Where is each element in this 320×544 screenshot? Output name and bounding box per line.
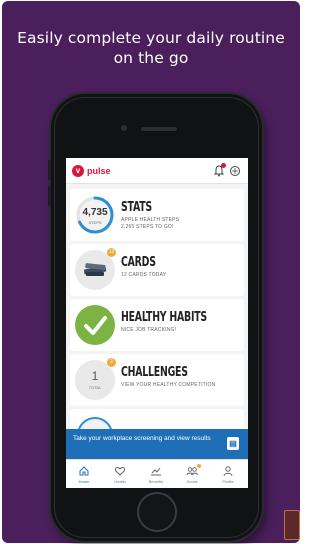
tab-home-label: Home xyxy=(78,479,90,484)
headline-line-2: on the go xyxy=(113,49,189,67)
volume-down-button xyxy=(48,186,51,206)
tab-benefits[interactable]: Benefits xyxy=(138,460,174,488)
stats-title: STATS xyxy=(121,200,152,215)
benefits-icon xyxy=(151,467,161,476)
tab-social-label: Social xyxy=(186,479,198,484)
pulse-logo-icon: v xyxy=(72,165,84,177)
tab-benefits-label: Benefits xyxy=(148,479,164,484)
tab-home[interactable]: Home xyxy=(66,460,102,488)
cards-card[interactable]: 12 CARDS 12 CARDS TODAY xyxy=(70,244,244,296)
home-button[interactable] xyxy=(137,492,177,532)
challenges-count-unit: TOTAL xyxy=(88,385,102,390)
healthy-habits-card[interactable]: HEALTHY HABITS NICE JOB TRACKING! xyxy=(70,299,244,351)
habits-title: HEALTHY HABITS xyxy=(121,310,207,325)
notification-dot xyxy=(221,163,226,168)
document-icon[interactable]: ▤ xyxy=(227,437,239,450)
challenges-card[interactable]: 1 TOTAL 2 CHALLENGES VIEW YOUR HEALTHY C… xyxy=(70,354,244,406)
profile-icon xyxy=(223,466,233,477)
cards-subtitle: 12 CARDS TODAY xyxy=(121,272,167,278)
app-logo-text: pulse xyxy=(87,166,111,176)
app-header: v pulse xyxy=(66,158,248,184)
front-camera xyxy=(121,125,127,131)
social-notification-dot xyxy=(197,464,201,468)
steps-unit: STEPS xyxy=(88,220,102,225)
tab-social[interactable]: Social xyxy=(174,460,210,488)
challenges-title: CHALLENGES xyxy=(121,365,188,380)
tab-profile[interactable]: Profile xyxy=(210,460,246,488)
cards-badge: 12 xyxy=(107,248,116,257)
checkmark-icon xyxy=(75,305,115,345)
home-icon xyxy=(79,466,89,476)
corner-thumbnail xyxy=(284,510,300,540)
bottom-tab-bar: Home Health Benefits Social Profile xyxy=(66,459,248,488)
challenges-subtitle: VIEW YOUR HEALTHY COMPETITION xyxy=(121,382,216,388)
stats-card[interactable]: 4,735 STEPS STATS APPLE HEALTH STEPS 2,2… xyxy=(70,189,244,241)
habits-subtitle: NICE JOB TRACKING! xyxy=(121,327,177,333)
stats-subtitle: APPLE HEALTH STEPS 2,265 STEPS TO GO! xyxy=(121,217,179,230)
challenges-count: 1 xyxy=(91,369,99,383)
challenges-badge: 2 xyxy=(107,358,116,367)
cards-title: CARDS xyxy=(121,255,156,270)
stats-subtitle-line-1: APPLE HEALTH STEPS xyxy=(121,217,180,223)
promo-headline: Easily complete your daily routine on th… xyxy=(2,28,300,68)
tab-health-label: Health xyxy=(114,479,126,484)
stats-subtitle-line-2: 2,265 STEPS TO GO! xyxy=(121,223,174,230)
tab-profile-label: Profile xyxy=(222,479,234,484)
rewards-icon[interactable] xyxy=(228,164,242,178)
tab-health[interactable]: Health xyxy=(102,460,138,488)
volume-up-button xyxy=(48,160,51,180)
screening-banner[interactable]: Take your workplace screening and view r… xyxy=(66,429,248,459)
banner-text: Take your workplace screening and view r… xyxy=(73,435,211,442)
app-screen: v pulse 4,735 STEPS STATS APPLE HEALTH S… xyxy=(66,158,248,488)
steps-count: 4,735 xyxy=(82,207,108,218)
headline-line-1: Easily complete your daily routine xyxy=(17,29,285,47)
earpiece-speaker xyxy=(141,127,177,131)
heart-icon xyxy=(115,466,125,476)
